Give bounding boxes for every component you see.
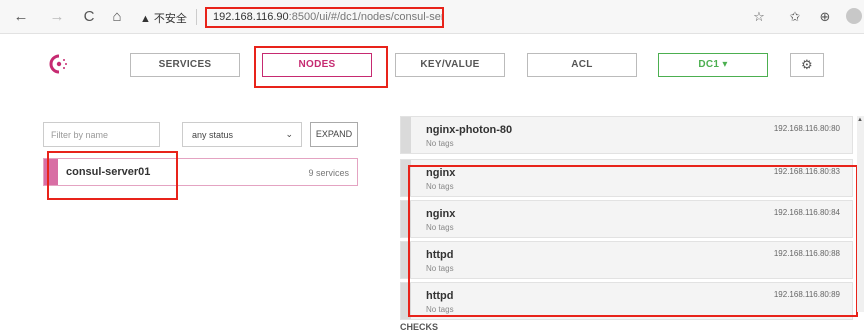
browser-toolbar: ← → C ⌂ ▲ 不安全 192.168.116.90:8500/ui/#/dc… [0, 0, 864, 34]
address-bar[interactable]: 192.168.116.90:8500/ui/#/dc1/nodes/consu… [205, 7, 444, 28]
favorites-icon[interactable]: ✩ [786, 9, 804, 25]
service-address: 192.168.116.80:80 [773, 124, 840, 133]
tab-services[interactable]: SERVICES [130, 53, 240, 77]
expand-button[interactable]: EXPAND [310, 122, 358, 147]
filter-by-name-input[interactable]: Filter by name [43, 122, 160, 147]
highlight-node-row [47, 151, 178, 200]
url-host: 192.168.116.90 [213, 11, 289, 23]
tab-key-value[interactable]: KEY/VALUE [395, 53, 505, 77]
tab-acl[interactable]: ACL [527, 53, 637, 77]
datacenter-dropdown[interactable]: DC1 ▾ [658, 53, 768, 77]
status-filter-select[interactable]: any status ⌄ [182, 122, 302, 147]
node-service-count: 9 services [308, 168, 349, 178]
service-name: nginx-photon-80 [426, 124, 513, 136]
reload-icon[interactable]: C [80, 8, 98, 26]
security-label: 不安全 [153, 13, 187, 25]
scrollbar[interactable] [857, 116, 864, 312]
settings-gear-icon[interactable]: ⚙ [790, 53, 824, 77]
collections-icon[interactable]: ⊕ [816, 9, 834, 25]
reader-mode-icon[interactable]: ☆ [750, 9, 768, 25]
scroll-up-arrow-icon[interactable]: ▲ [857, 117, 863, 123]
service-row[interactable]: nginx-photon-80 No tags 192.168.116.80:8… [400, 116, 853, 154]
home-icon[interactable]: ⌂ [108, 8, 126, 26]
url-path: :8500/ui/#/dc1/nodes/consul-server01 [288, 11, 444, 23]
forward-arrow-icon[interactable]: → [48, 8, 66, 26]
profile-avatar[interactable] [846, 8, 862, 24]
warning-icon: ▲ [140, 13, 151, 25]
url-separator [196, 9, 197, 25]
consul-logo[interactable] [48, 53, 70, 75]
security-indicator[interactable]: ▲ 不安全 [140, 10, 187, 26]
service-tags: No tags [426, 139, 454, 148]
checks-heading: CHECKS [400, 322, 439, 330]
status-filter-value: any status [192, 130, 234, 140]
service-status-stripe [401, 117, 411, 153]
back-arrow-icon[interactable]: ← [12, 8, 30, 26]
highlight-nodes-tab [254, 46, 388, 88]
chevron-down-icon: ⌄ [285, 129, 293, 139]
highlight-service-rows [408, 165, 858, 317]
